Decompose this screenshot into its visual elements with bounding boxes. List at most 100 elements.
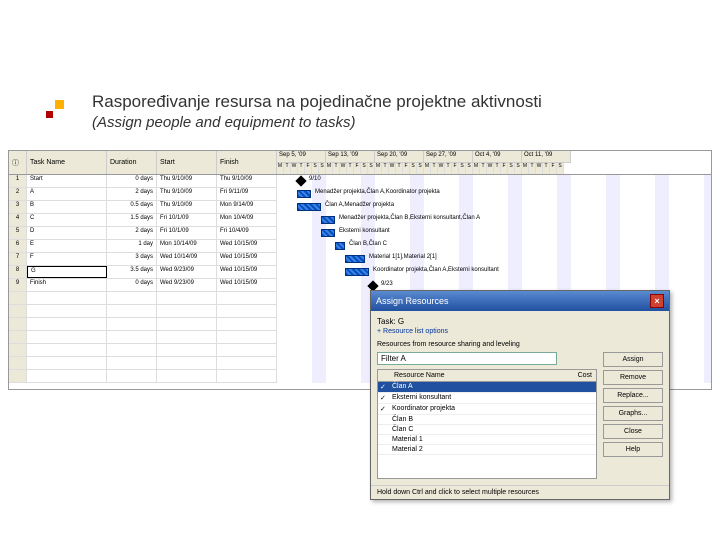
bar-label: Eksterni konsultant — [339, 228, 390, 234]
check-icon — [380, 446, 392, 453]
milestone-start[interactable] — [295, 175, 306, 186]
timeline-day: T — [529, 163, 536, 175]
bar-d[interactable] — [321, 229, 335, 237]
table-row[interactable]: 2 A 2 days Thu 9/10/09 Fri 9/11/09 — [9, 188, 277, 201]
timeline-day: M — [375, 163, 382, 175]
finish-cell[interactable]: Wed 10/15/09 — [217, 253, 277, 265]
duration-cell[interactable]: 0 days — [107, 279, 157, 291]
timeline-day: T — [333, 163, 340, 175]
col-duration[interactable]: Duration — [107, 151, 157, 174]
remove-button[interactable]: Remove — [603, 370, 663, 385]
table-row[interactable]: 6 E 1 day Mon 10/14/09 Wed 10/15/09 — [9, 240, 277, 253]
timeline-day: T — [445, 163, 452, 175]
bar-label: 9/23 — [381, 281, 393, 287]
resource-row[interactable]: ✓Koordinator projekta — [378, 404, 596, 415]
finish-cell[interactable]: Mon 9/14/09 — [217, 201, 277, 213]
task-name-cell[interactable]: Start — [27, 175, 107, 187]
table-row[interactable]: 5 D 2 days Fri 10/1/09 Fri 10/4/09 — [9, 227, 277, 240]
filter-combo[interactable]: Filter A — [377, 352, 557, 365]
finish-cell[interactable]: Wed 10/15/09 — [217, 279, 277, 291]
task-grid[interactable]: 1 Start 0 days Thu 9/10/09 Thu 9/10/092 … — [9, 175, 277, 383]
resource-row[interactable]: ✓Član A — [378, 382, 596, 393]
timeline-day: W — [389, 163, 396, 175]
duration-cell[interactable]: 0 days — [107, 175, 157, 187]
dialog-titlebar[interactable]: Assign Resources × — [371, 291, 669, 311]
duration-cell[interactable]: 1 day — [107, 240, 157, 252]
finish-cell[interactable]: Fri 10/4/09 — [217, 227, 277, 239]
resource-list[interactable]: Resource Name Cost ✓Član A✓Eksterni kons… — [377, 369, 597, 479]
table-row[interactable]: 3 B 0.5 days Thu 9/10/09 Mon 9/14/09 — [9, 201, 277, 214]
start-cell[interactable]: Thu 9/10/09 — [157, 188, 217, 200]
col-cost[interactable]: Cost — [578, 372, 592, 379]
task-name-cell[interactable]: Finish — [27, 279, 107, 291]
timeline-day: T — [382, 163, 389, 175]
start-cell[interactable]: Mon 10/14/09 — [157, 240, 217, 252]
timeline-day: S — [361, 163, 368, 175]
task-name-cell[interactable]: F — [27, 253, 107, 265]
bar-g[interactable] — [345, 268, 369, 276]
start-cell[interactable]: Wed 10/14/09 — [157, 253, 217, 265]
finish-cell[interactable]: Fri 9/11/09 — [217, 188, 277, 200]
table-row[interactable]: 7 F 3 days Wed 10/14/09 Wed 10/15/09 — [9, 253, 277, 266]
task-name-cell[interactable]: C — [27, 214, 107, 226]
timeline-day: T — [284, 163, 291, 175]
start-cell[interactable]: Thu 9/10/09 — [157, 175, 217, 187]
task-name-cell[interactable]: B — [27, 201, 107, 213]
replace-button[interactable]: Replace... — [603, 388, 663, 403]
start-cell[interactable]: Wed 9/23/09 — [157, 266, 217, 278]
table-row[interactable]: 4 C 1.5 days Fri 10/1/09 Mon 10/4/09 — [9, 214, 277, 227]
bar-c[interactable] — [321, 216, 335, 224]
duration-cell[interactable]: 2 days — [107, 188, 157, 200]
col-resource-name[interactable]: Resource Name — [394, 372, 578, 379]
duration-cell[interactable]: 1.5 days — [107, 214, 157, 226]
timeline-month: Oct 4, '09 — [473, 151, 522, 163]
duration-cell[interactable]: 2 days — [107, 227, 157, 239]
task-label: Task: G — [377, 317, 663, 326]
help-button[interactable]: Help — [603, 442, 663, 457]
resource-name: Koordinator projekta — [392, 405, 455, 413]
resource-row[interactable]: Material 1 — [378, 435, 596, 445]
duration-cell[interactable]: 3 days — [107, 253, 157, 265]
task-name-cell[interactable]: A — [27, 188, 107, 200]
col-start[interactable]: Start — [157, 151, 217, 174]
table-row[interactable]: 1 Start 0 days Thu 9/10/09 Thu 9/10/09 — [9, 175, 277, 188]
table-row[interactable]: 8 G 3.5 days Wed 9/23/09 Wed 10/15/09 — [9, 266, 277, 279]
start-cell[interactable]: Thu 9/10/09 — [157, 201, 217, 213]
finish-cell[interactable]: Thu 9/10/09 — [217, 175, 277, 187]
task-name-cell[interactable]: G — [27, 266, 107, 278]
close-button[interactable]: Close — [603, 424, 663, 439]
duration-cell[interactable]: 0.5 days — [107, 201, 157, 213]
task-name-cell[interactable]: E — [27, 240, 107, 252]
close-icon[interactable]: × — [650, 294, 664, 308]
resource-row[interactable]: Material 2 — [378, 445, 596, 455]
col-finish[interactable]: Finish — [217, 151, 277, 174]
task-name-cell[interactable]: D — [27, 227, 107, 239]
resource-options-link[interactable]: + Resource list options — [377, 328, 663, 335]
assign-button[interactable]: Assign — [603, 352, 663, 367]
finish-cell[interactable]: Wed 10/15/09 — [217, 266, 277, 278]
graphs-button[interactable]: Graphs... — [603, 406, 663, 421]
row-id: 3 — [9, 201, 27, 213]
finish-cell[interactable]: Mon 10/4/09 — [217, 214, 277, 226]
resource-name: Član A — [392, 383, 413, 391]
bar-b[interactable] — [297, 203, 321, 211]
resource-row[interactable]: Član B — [378, 415, 596, 425]
col-taskname[interactable]: Task Name — [27, 151, 107, 174]
bar-label: Koordinator projekta,Član A,Eksterni kon… — [373, 267, 499, 273]
bar-e[interactable] — [335, 242, 345, 250]
bullet-decoration — [44, 100, 64, 120]
table-row[interactable]: 9 Finish 0 days Wed 9/23/09 Wed 10/15/09 — [9, 279, 277, 292]
resource-row[interactable]: Član C — [378, 425, 596, 435]
bar-a[interactable] — [297, 190, 311, 198]
col-indicator[interactable]: ⓘ — [9, 151, 27, 174]
resource-row[interactable]: ✓Eksterni konsultant — [378, 393, 596, 404]
timeline-day: W — [340, 163, 347, 175]
duration-cell[interactable]: 3.5 days — [107, 266, 157, 278]
timeline-day: S — [312, 163, 319, 175]
start-cell[interactable]: Fri 10/1/09 — [157, 227, 217, 239]
start-cell[interactable]: Wed 9/23/09 — [157, 279, 217, 291]
bar-f[interactable] — [345, 255, 365, 263]
finish-cell[interactable]: Wed 10/15/09 — [217, 240, 277, 252]
timeline-day: F — [403, 163, 410, 175]
start-cell[interactable]: Fri 10/1/09 — [157, 214, 217, 226]
